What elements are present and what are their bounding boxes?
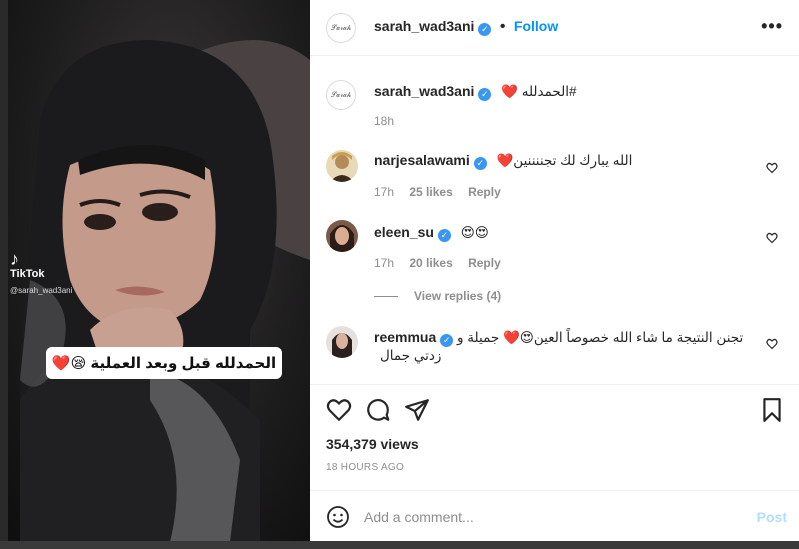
signature-logo: 𝒮𝒶𝓇𝒶𝒽 <box>330 90 352 99</box>
comment-input[interactable] <box>364 505 724 529</box>
header-separator: • <box>499 18 506 35</box>
comment-body: eleen_su ✓ 😍😍 <box>374 223 756 242</box>
tiktok-logo-icon: ♪ <box>10 249 19 269</box>
comment-item: narjesalawami ✓ الله يبارك لك تجننننين❤️ … <box>326 148 786 204</box>
verified-badge-icon: ✓ <box>473 157 487 170</box>
comment-meta: 17h 25 likes Reply <box>374 185 513 199</box>
reply-button[interactable]: Reply <box>468 256 501 270</box>
comment-likes[interactable]: 20 likes <box>409 256 452 270</box>
follow-button[interactable]: Follow <box>514 18 558 34</box>
comment-text: 😍😍 <box>460 225 489 240</box>
bookmark-icon[interactable] <box>759 397 785 423</box>
caption-time[interactable]: 18h <box>374 114 394 128</box>
view-replies-button[interactable]: View replies (4) <box>374 289 501 303</box>
comment-item: reemmua ✓ تجنن النتيجة ما شاء الله خصوصاً… <box>326 324 786 380</box>
post-side-panel: 𝒮𝒶𝓇𝒶𝒽 sarah_wad3ani ✓ • Follow ••• 𝒮𝒶𝓇𝒶𝒽 … <box>310 0 799 542</box>
add-comment-bar: Post <box>310 490 799 542</box>
post-button[interactable]: Post <box>757 509 787 525</box>
caption-username[interactable]: sarah_wad3ani <box>374 83 474 99</box>
comment-icon[interactable] <box>365 397 391 423</box>
comment-body: narjesalawami ✓ الله يبارك لك تجننننين❤️ <box>374 151 756 170</box>
more-options-icon[interactable]: ••• <box>761 16 783 37</box>
commenter-avatar[interactable] <box>326 326 358 358</box>
comment-body: reemmua ✓ تجنن النتيجة ما شاء الله خصوصاً… <box>374 328 756 365</box>
comment-username[interactable]: narjesalawami <box>374 152 470 168</box>
views-count[interactable]: 354,379 views <box>326 436 419 452</box>
left-edge <box>0 0 8 549</box>
tiktok-username: @sarah_wad3ani <box>10 286 73 295</box>
comment-username[interactable]: eleen_su <box>374 224 434 240</box>
author-username[interactable]: sarah_wad3ani <box>374 18 474 34</box>
comment-text: الله يبارك لك تجننننين❤️ <box>496 153 633 168</box>
tiktok-watermark: ♪ TikTok <box>10 250 44 280</box>
posted-time[interactable]: 18 HOURS AGO <box>326 462 404 473</box>
caption-text: #الحمدلله ❤️ <box>501 84 577 99</box>
comment-time[interactable]: 17h <box>374 185 394 199</box>
author-avatar[interactable]: 𝒮𝒶𝓇𝒶𝒽 <box>326 13 356 43</box>
avatar-image <box>326 150 358 182</box>
caption-meta: 18h <box>374 114 406 128</box>
post-header: 𝒮𝒶𝓇𝒶𝒽 sarah_wad3ani ✓ • Follow ••• <box>310 0 799 56</box>
post-photo[interactable]: ♪ TikTok @sarah_wad3ani الحمدلله قبل وبع… <box>0 0 310 542</box>
photo-caption-overlay: الحمدلله قبل وبعد العملية 😪❤️ <box>46 347 282 379</box>
header-user-line: sarah_wad3ani ✓ • Follow <box>374 18 558 36</box>
comment-username[interactable]: reemmua <box>374 329 436 345</box>
comment-likes[interactable]: 25 likes <box>409 185 452 199</box>
heart-icon[interactable] <box>766 162 778 174</box>
avatar-image <box>326 220 358 252</box>
comment-meta: 17h 20 likes Reply <box>374 256 513 270</box>
instagram-post-modal: ♪ TikTok @sarah_wad3ani الحمدلله قبل وبع… <box>0 0 799 549</box>
verified-badge-icon: ✓ <box>437 229 451 242</box>
bottom-edge <box>0 541 799 549</box>
caption-body: sarah_wad3ani ✓ #الحمدلله ❤️ <box>374 82 756 101</box>
reply-button[interactable]: Reply <box>468 185 501 199</box>
caption-item: 𝒮𝒶𝓇𝒶𝒽 sarah_wad3ani ✓ #الحمدلله ❤️ 18h <box>326 76 786 136</box>
heart-icon[interactable] <box>766 338 778 350</box>
commenter-avatar[interactable] <box>326 220 358 252</box>
photo-illustration <box>20 40 310 542</box>
heart-icon[interactable] <box>766 232 778 244</box>
share-icon[interactable] <box>404 397 430 423</box>
verified-badge-icon: ✓ <box>478 23 492 36</box>
verified-badge-icon: ✓ <box>478 88 492 101</box>
emoji-icon[interactable] <box>326 505 350 529</box>
post-actions-bar <box>310 384 799 434</box>
commenter-avatar[interactable] <box>326 150 358 182</box>
comment-item: eleen_su ✓ 😍😍 17h 20 likes Reply <box>326 218 786 274</box>
signature-logo: 𝒮𝒶𝓇𝒶𝒽 <box>330 23 352 32</box>
avatar-image <box>326 326 358 358</box>
tiktok-brand: TikTok <box>10 268 45 280</box>
caption-author-avatar[interactable]: 𝒮𝒶𝓇𝒶𝒽 <box>326 80 356 110</box>
comment-time[interactable]: 17h <box>374 256 394 270</box>
heart-icon[interactable] <box>326 397 352 423</box>
verified-badge-icon: ✓ <box>440 334 454 347</box>
